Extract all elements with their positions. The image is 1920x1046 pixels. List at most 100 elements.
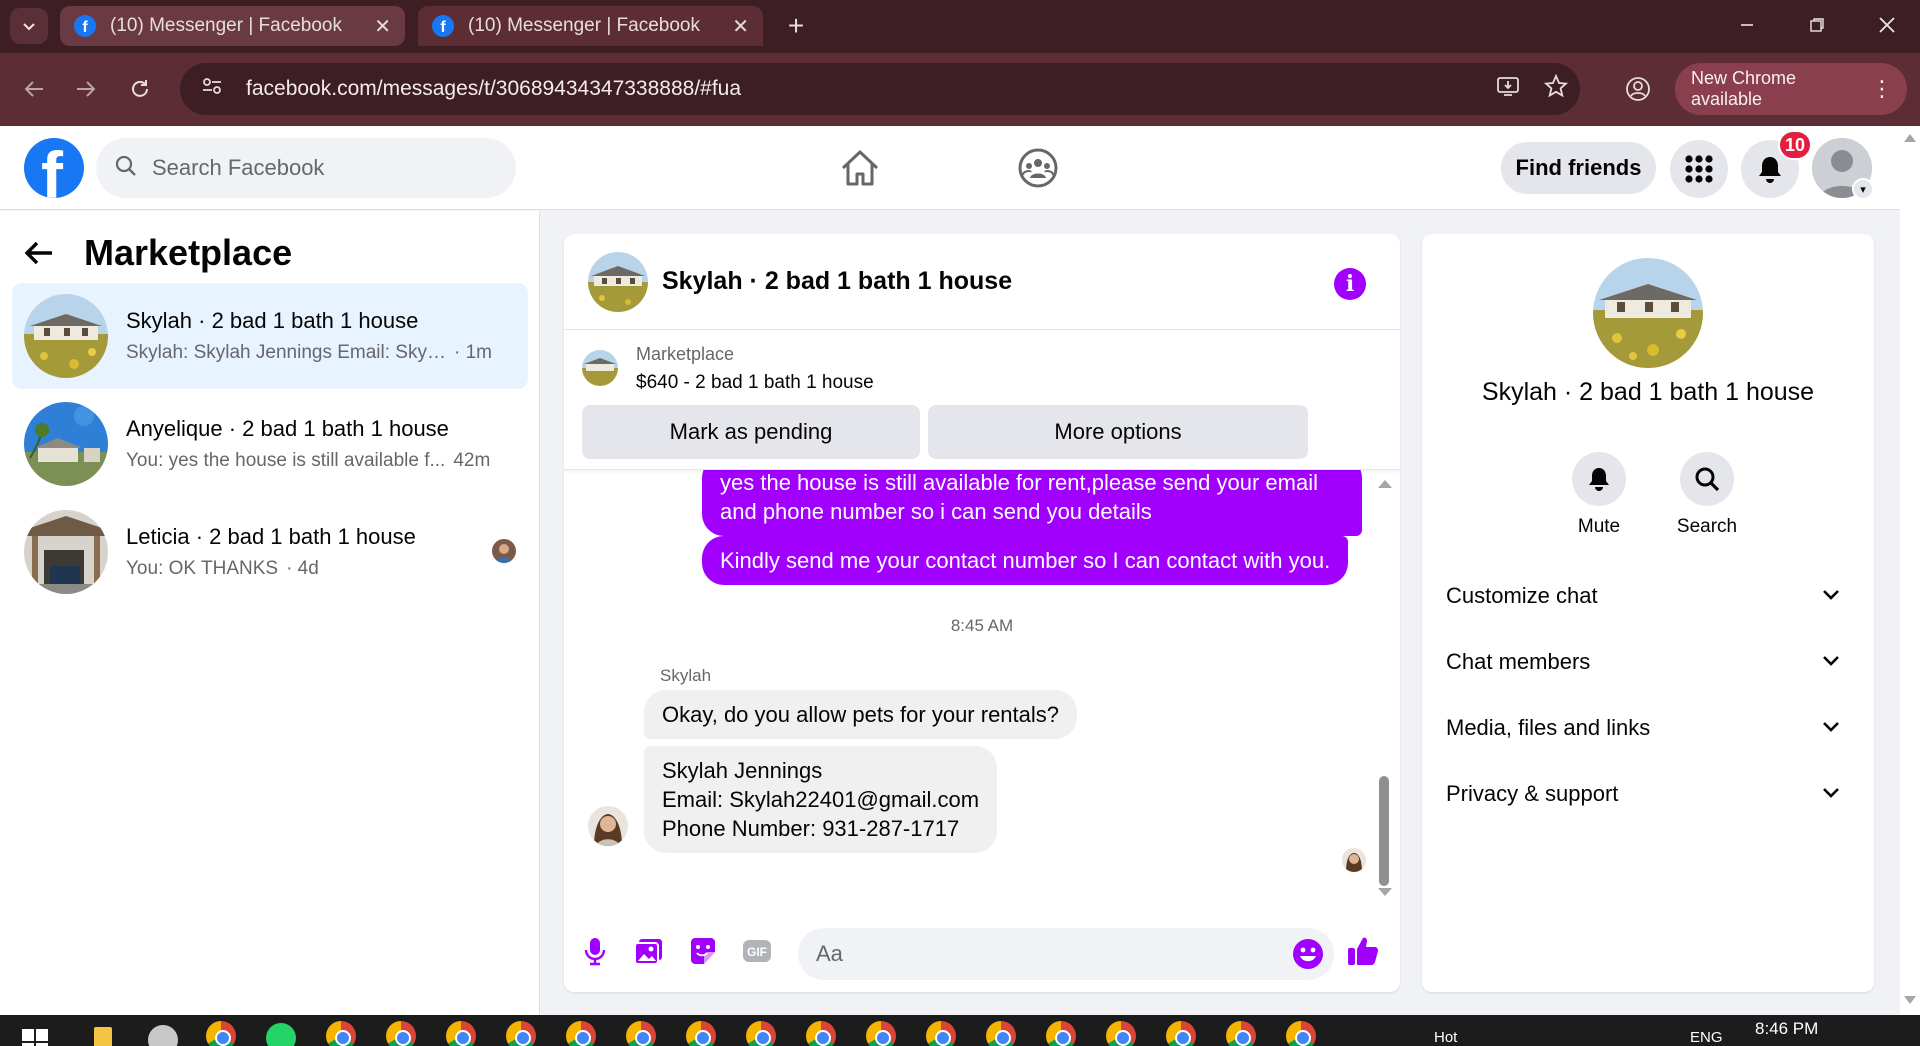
message-input-field[interactable] [798,928,1334,980]
mark-as-pending-button[interactable]: Mark as pending [582,405,920,459]
chrome-taskbar-icon[interactable] [1046,1021,1076,1046]
conversation-item-anyelique[interactable]: Anyelique · 2 bad 1 bath 1 house You: ye… [12,391,528,497]
gif-button[interactable]: GIF [740,934,774,968]
listing-thumbnail[interactable] [582,350,618,386]
account-chevron-icon[interactable]: ▾ [1852,178,1874,200]
chrome-taskbar-icon[interactable] [686,1021,716,1046]
message-input[interactable] [816,941,1256,967]
chrome-taskbar-icon[interactable] [1106,1021,1136,1046]
forward-button[interactable] [66,69,106,109]
message-text: Phone Number: 931-287-1717 [662,816,960,841]
sender-avatar[interactable] [588,806,628,846]
chrome-taskbar-icon[interactable] [386,1021,416,1046]
profile-avatar[interactable] [1593,258,1703,368]
back-arrow-button[interactable] [24,229,72,277]
page-scroll-up-arrow[interactable] [1904,134,1916,142]
close-tab-icon[interactable]: ✕ [374,14,391,39]
house-thumbnail [24,510,108,594]
menu-button[interactable] [1670,140,1728,198]
bookmark-star-icon[interactable] [1532,73,1580,105]
chrome-taskbar-icon[interactable] [626,1021,656,1046]
browser-profile-button[interactable] [1620,71,1656,107]
like-button[interactable] [1346,934,1380,968]
search-input[interactable] [152,155,492,181]
media-files-links-section[interactable]: Media, files and links [1422,698,1874,758]
browser-tab-2[interactable]: f (10) Messenger | Facebook ✕ [418,6,763,46]
address-bar[interactable]: facebook.com/messages/t/3068943434733888… [180,63,1580,115]
conversation-item-skylah[interactable]: Skylah · 2 bad 1 bath 1 house Skylah: Sk… [12,283,528,389]
voice-clip-button[interactable] [578,934,612,968]
scroll-thumb[interactable] [1379,776,1389,886]
chrome-taskbar-icon[interactable] [506,1021,536,1046]
facebook-search[interactable] [96,138,516,198]
scroll-up-arrow[interactable] [1378,480,1392,488]
tab-search-button[interactable] [10,8,48,44]
listing-title[interactable]: $640 - 2 bad 1 bath 1 house [636,372,874,394]
message-scrollbar[interactable] [1376,480,1392,900]
conversation-time: 42m [453,450,491,471]
attach-photo-button[interactable] [632,934,666,968]
chrome-taskbar-icon[interactable] [806,1021,836,1046]
chrome-taskbar-icon[interactable] [206,1021,236,1046]
chevron-down-icon [1823,656,1839,666]
chat-avatar[interactable] [588,251,648,312]
chat-title[interactable]: Skylah · 2 bad 1 bath 1 house [662,267,1012,296]
find-friends-button[interactable]: Find friends [1501,142,1656,194]
privacy-support-section[interactable]: Privacy & support [1422,764,1874,824]
chrome-taskbar-icon[interactable] [1226,1021,1256,1046]
back-button[interactable] [14,69,54,109]
new-chrome-available-button[interactable]: New Chrome available ⋮ [1675,63,1907,115]
home-icon [841,150,879,186]
site-settings-icon[interactable] [192,75,232,103]
message-list[interactable]: yes the house is still available for ren… [564,470,1400,910]
close-window-button[interactable] [1864,6,1910,44]
conversation-preview: You: OK THANKS [126,558,279,579]
search-action[interactable]: Search [1667,452,1747,538]
section-label: Media, files and links [1446,715,1651,740]
chrome-taskbar-icon[interactable] [566,1021,596,1046]
marketplace-header: Marketplace [24,229,292,277]
chrome-taskbar-icon[interactable] [446,1021,476,1046]
chat-members-section[interactable]: Chat members [1422,632,1874,692]
incoming-message[interactable]: Skylah Jennings Email: Skylah22401@gmail… [644,746,998,853]
app-icon[interactable] [148,1025,178,1046]
sticker-button[interactable] [686,934,720,968]
close-tab-icon[interactable]: ✕ [732,14,749,39]
chrome-taskbar-icon[interactable] [1286,1021,1316,1046]
conversation-item-leticia[interactable]: Leticia · 2 bad 1 bath 1 house You: OK T… [12,499,528,605]
facebook-logo[interactable]: f [24,138,84,198]
groups-nav[interactable] [1012,144,1064,192]
chrome-taskbar-icon[interactable] [986,1021,1016,1046]
windows-start-icon[interactable] [22,1029,48,1046]
file-explorer-icon[interactable] [94,1027,112,1046]
restore-button[interactable] [1794,6,1840,44]
outgoing-message[interactable]: Kindly send me your contact number so I … [702,536,1349,585]
chrome-taskbar-icon[interactable] [866,1021,896,1046]
language-indicator[interactable]: ENG [1690,1029,1723,1046]
mute-action[interactable]: Mute [1559,452,1639,538]
page-scroll-down-arrow[interactable] [1904,996,1916,1004]
weather-text[interactable]: Hot [1434,1029,1457,1046]
info-button[interactable]: i [1334,268,1366,300]
whatsapp-icon[interactable] [266,1023,296,1046]
new-tab-button[interactable]: + [780,10,812,42]
more-options-button[interactable]: More options [928,405,1308,459]
minimize-button[interactable] [1724,6,1770,44]
customize-chat-section[interactable]: Customize chat [1422,566,1874,626]
arrow-left-icon [24,81,43,97]
incoming-message[interactable]: Okay, do you allow pets for your rentals… [644,690,1078,739]
chrome-taskbar-icon[interactable] [326,1021,356,1046]
emoji-button[interactable] [1292,938,1324,970]
page-scrollbar[interactable] [1900,126,1920,1015]
reload-button[interactable] [120,69,160,109]
browser-tab-1[interactable]: f (10) Messenger | Facebook ✕ [60,6,405,46]
scroll-down-arrow[interactable] [1378,888,1392,896]
chrome-taskbar-icon[interactable] [746,1021,776,1046]
outgoing-message[interactable]: yes the house is still available for ren… [702,470,1362,536]
install-app-icon[interactable] [1484,74,1532,105]
taskbar-clock[interactable]: 8:46 PM [1755,1019,1818,1039]
chrome-taskbar-icon[interactable] [1166,1021,1196,1046]
chrome-taskbar-icon[interactable] [926,1021,956,1046]
seen-avatar [492,539,516,563]
home-nav[interactable] [834,144,886,192]
